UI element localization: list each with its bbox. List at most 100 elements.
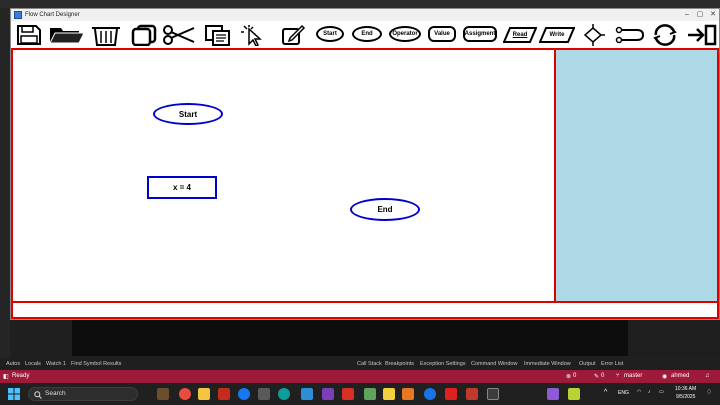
- taskbar-chrome-icon[interactable]: [179, 388, 191, 400]
- start-node[interactable]: Start: [153, 103, 223, 125]
- start-shape-button[interactable]: Start: [316, 26, 344, 42]
- floppy-icon: [17, 25, 41, 45]
- read-shape-label: Read: [512, 32, 528, 38]
- tray-language[interactable]: ENG: [618, 390, 629, 396]
- end-shape-button[interactable]: End: [352, 26, 382, 42]
- write-shape-button[interactable]: Write: [539, 23, 575, 47]
- value-shape-button[interactable]: Value: [428, 26, 456, 42]
- branch-icon: ⑂: [616, 373, 620, 379]
- minimize-button[interactable]: –: [681, 9, 693, 21]
- edit-button[interactable]: [279, 23, 307, 47]
- delete-button[interactable]: [89, 23, 123, 47]
- taskbar-app6-icon[interactable]: [568, 388, 580, 400]
- tab-call-stack[interactable]: Call Stack: [357, 361, 382, 367]
- decision-shape-button[interactable]: [581, 23, 605, 47]
- ide-right-panel: [628, 320, 720, 356]
- maximize-button[interactable]: ▢: [694, 9, 706, 21]
- loop-button[interactable]: [650, 23, 680, 47]
- connector-button[interactable]: [615, 23, 645, 47]
- read-shape-button[interactable]: Read: [503, 23, 537, 47]
- tab-output[interactable]: Output: [579, 361, 596, 367]
- taskbar-terminal-icon[interactable]: [487, 388, 499, 400]
- tab-breakpoints[interactable]: Breakpoints: [385, 361, 414, 367]
- taskbar-app5-icon[interactable]: [547, 388, 559, 400]
- warning-count[interactable]: 0: [601, 373, 604, 379]
- open-button[interactable]: [49, 23, 85, 47]
- tab-watch[interactable]: Watch 1: [46, 361, 66, 367]
- paste-icon: [205, 25, 230, 46]
- branch-name[interactable]: master: [624, 373, 642, 379]
- tray-time[interactable]: 10:36 AM: [675, 386, 696, 392]
- wifi-icon[interactable]: ◠: [637, 389, 641, 395]
- warning-count-icon[interactable]: ✎: [594, 373, 599, 380]
- assignment-node[interactable]: x = 4: [147, 176, 217, 199]
- end-node-label: End: [377, 205, 393, 214]
- assignment-shape-button[interactable]: Assigment: [463, 26, 497, 42]
- battery-icon[interactable]: ▭: [659, 389, 664, 395]
- taskbar-edge-icon[interactable]: [278, 388, 290, 400]
- end-node[interactable]: End: [350, 198, 420, 221]
- search-placeholder: Search: [45, 390, 66, 397]
- cursor-click-icon: [241, 25, 262, 46]
- status-icon: ◧: [3, 374, 9, 380]
- windows-taskbar: Search ^ ENG ◠ ♪ ▭ 10:36 AM 9/5/2025 ♢: [0, 383, 720, 405]
- save-button[interactable]: [15, 23, 43, 47]
- select-button[interactable]: [239, 23, 267, 47]
- windows-start-icon[interactable]: [8, 388, 20, 400]
- taskbar-notes-icon[interactable]: [383, 388, 395, 400]
- title-bar[interactable]: Flow Chart Designer – ▢ ✕: [11, 9, 719, 21]
- status-ready: Ready: [12, 373, 30, 379]
- tray-date[interactable]: 9/5/2025: [676, 394, 695, 400]
- ide-status-bar: ◧ Ready ⊗ 0 ✎ 0 ⑂ master ◉ ahmed ♫: [0, 370, 720, 383]
- edit-icon: [282, 24, 306, 45]
- taskbar-settings-icon[interactable]: [258, 388, 270, 400]
- taskbar-app-icon[interactable]: [157, 388, 169, 400]
- taskbar-app4-icon[interactable]: [466, 388, 478, 400]
- taskbar-youtube-icon[interactable]: [342, 388, 354, 400]
- user-name[interactable]: ahmed: [671, 373, 689, 379]
- paste-button[interactable]: [203, 23, 233, 47]
- operator-shape-button[interactable]: Operator: [389, 26, 421, 42]
- taskbar-calendar-icon[interactable]: [218, 388, 230, 400]
- app-icon: [14, 11, 22, 19]
- exit-button[interactable]: [687, 23, 717, 47]
- tab-find-symbol[interactable]: Find Symbol Results: [71, 361, 121, 367]
- taskbar-browser-icon[interactable]: [424, 388, 436, 400]
- taskbar-pdf-icon[interactable]: [445, 388, 457, 400]
- tab-immediate-window[interactable]: Immediate Window: [524, 361, 571, 367]
- tab-exception-settings[interactable]: Exception Settings: [420, 361, 466, 367]
- close-button[interactable]: ✕: [707, 9, 719, 21]
- assignment-node-label: x = 4: [172, 183, 191, 192]
- flowchart-canvas[interactable]: Start x = 4 End: [11, 48, 556, 303]
- taskbar-app2-icon[interactable]: [364, 388, 376, 400]
- diamond-icon: [583, 24, 605, 46]
- connector-icon: [615, 26, 645, 44]
- properties-panel[interactable]: [556, 48, 719, 303]
- cut-button[interactable]: [162, 23, 196, 47]
- taskbar-visualstudio-icon[interactable]: [322, 388, 334, 400]
- trash-icon: [92, 27, 120, 46]
- tab-error-list[interactable]: Error List: [601, 361, 623, 367]
- error-count-icon[interactable]: ⊗: [566, 373, 571, 380]
- exit-icon: [688, 24, 717, 46]
- taskbar-explorer-icon[interactable]: [198, 388, 210, 400]
- tray-chevron-icon[interactable]: ^: [604, 389, 607, 396]
- notification-icon[interactable]: ♫: [705, 373, 710, 379]
- taskbar-vscode-icon[interactable]: [301, 388, 313, 400]
- error-count[interactable]: 0: [573, 373, 576, 379]
- window-title: Flow Chart Designer: [25, 12, 80, 18]
- volume-icon[interactable]: ♪: [648, 389, 651, 395]
- notification-bell-icon[interactable]: ♢: [706, 388, 712, 396]
- tab-autos[interactable]: Autos: [6, 361, 20, 367]
- tab-command-window[interactable]: Command Window: [471, 361, 517, 367]
- taskbar-app3-icon[interactable]: [402, 388, 414, 400]
- taskbar-search[interactable]: Search: [28, 387, 138, 401]
- write-shape-label: Write: [549, 32, 565, 38]
- folder-icon: [49, 28, 85, 44]
- ide-editor-area: [72, 320, 628, 356]
- toolbar: Start End Operator Value Assigment Read …: [11, 22, 719, 48]
- taskbar-facebook-icon[interactable]: [238, 388, 250, 400]
- copy-button[interactable]: [129, 23, 159, 47]
- search-icon: [34, 391, 42, 399]
- tab-locals[interactable]: Locals: [25, 361, 41, 367]
